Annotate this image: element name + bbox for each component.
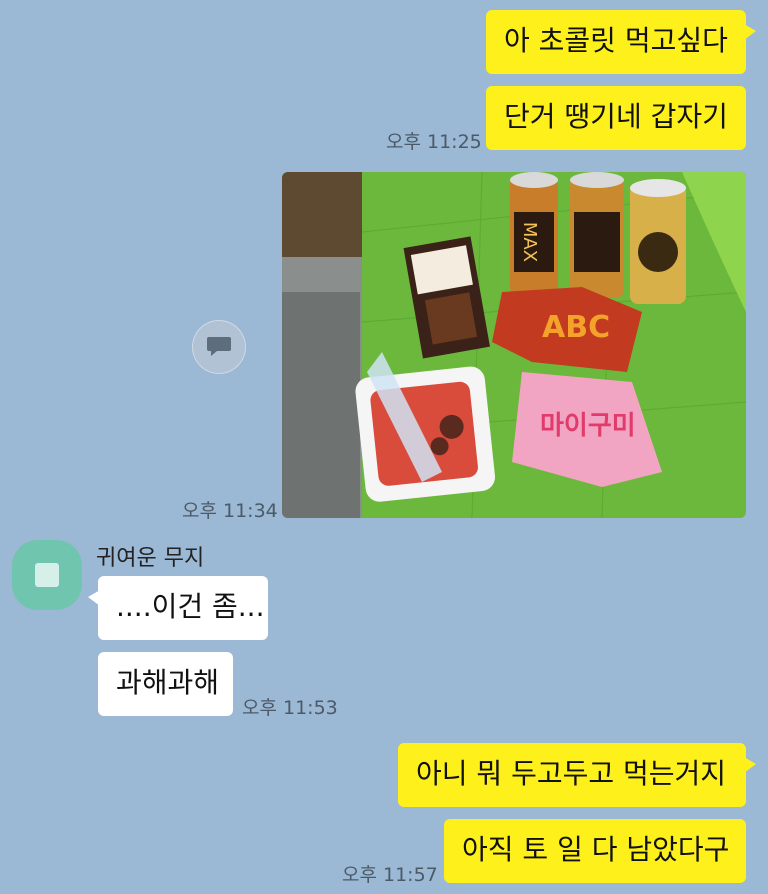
timestamp: 오후 11:57 [342,864,438,886]
message-bubble-4[interactable]: 과해과해 [98,652,233,716]
message-bubble-2[interactable]: 단거 땡기네 갑자기 [486,86,746,150]
share-button[interactable] [192,320,246,374]
muji-avatar-icon [35,563,59,587]
message-bubble-6[interactable]: 아직 토 일 다 남았다구 [444,819,746,883]
pack-label-2: 마이구미 [540,411,636,441]
contact-name: 귀여운 무지 [96,546,205,571]
timestamp: 오후 11:25 [386,131,482,153]
contact-avatar[interactable] [12,540,82,610]
can-label: MAX [519,222,540,262]
pack-label-1: ABC [542,310,610,345]
timestamp: 오후 11:53 [242,697,338,719]
timestamp: 오후 11:34 [182,500,278,522]
message-bubble-1[interactable]: 아 초콜릿 먹고싶다 [486,10,756,74]
shared-photo[interactable]: MAX ABC 마이구미 [282,172,746,518]
message-text: 단거 땡기네 갑자기 [504,100,728,133]
photo-of-snacks: MAX ABC 마이구미 [282,172,746,518]
message-bubble-3[interactable]: ....이건 좀... [88,576,268,640]
message-text: 아직 토 일 다 남았다구 [462,833,730,866]
message-text: 아니 뭐 두고두고 먹는거지 [416,757,727,790]
message-text: 과해과해 [116,666,220,699]
message-bubble-5[interactable]: 아니 뭐 두고두고 먹는거지 [398,743,756,807]
message-text: ....이건 좀... [116,590,265,623]
speech-bubble-icon [207,337,231,356]
message-text: 아 초콜릿 먹고싶다 [504,24,728,57]
